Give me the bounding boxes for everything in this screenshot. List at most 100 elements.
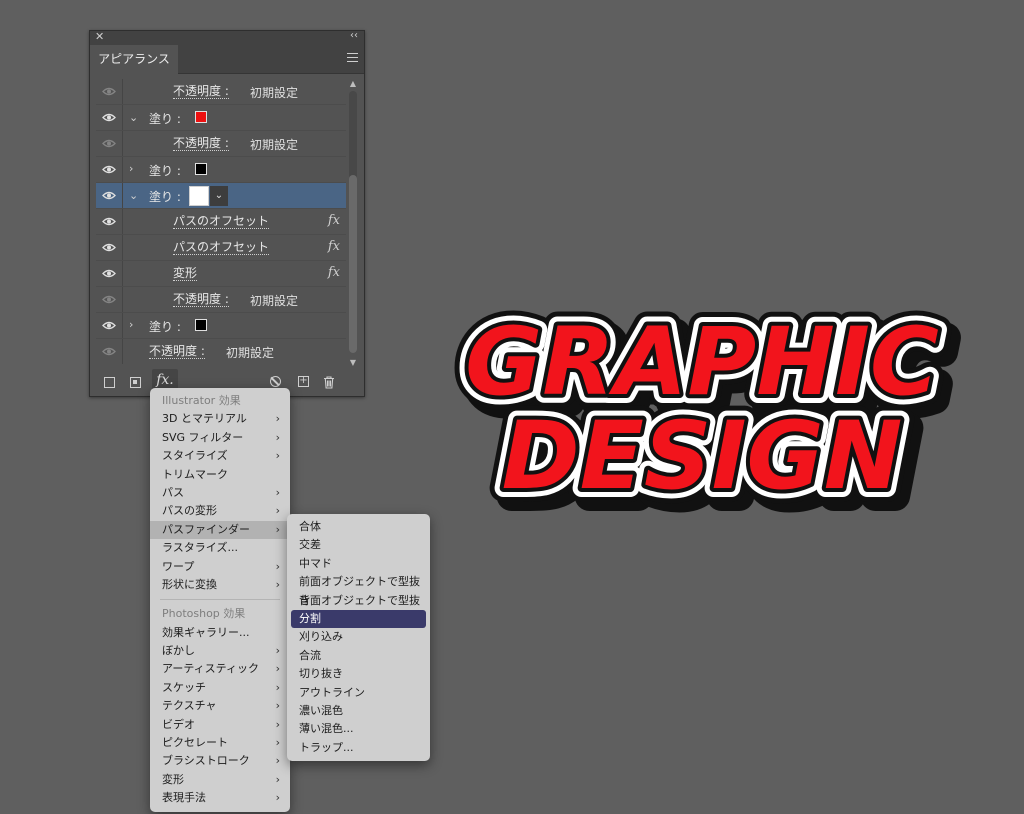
menu-item-pathfinder[interactable]: パスファインダー › [150, 520, 290, 540]
menu-item-convert-to-shape[interactable]: 形状に変換 › [150, 576, 290, 594]
submenu-item-outline[interactable]: アウトライン [287, 684, 430, 702]
opacity-label[interactable]: 不透明度 : [173, 292, 229, 307]
opacity-label[interactable]: 不透明度 : [173, 84, 229, 99]
panel-tabbar: アピアランス [90, 45, 364, 74]
scroll-up-icon[interactable]: ▲ [348, 79, 358, 88]
menu-item-label: ビデオ [162, 717, 195, 731]
visibility-eye-icon[interactable] [96, 183, 123, 208]
chevron-right-icon[interactable]: › [129, 162, 133, 175]
menu-item-label: パス [162, 485, 184, 499]
panel-titlebar: ✕ ‹‹ [90, 30, 364, 45]
chevron-right-icon: › [275, 644, 280, 658]
submenu-item-divide[interactable]: 分割 [291, 609, 426, 629]
appearance-row-fill-white[interactable]: ⌄ 塗り : ⌄ [96, 183, 346, 209]
menu-item-label: 3D とマテリアル [162, 412, 247, 426]
menu-item-3d-materials[interactable]: 3D とマテリアル › [150, 410, 290, 428]
collapse-icon[interactable]: ‹‹ [350, 30, 358, 41]
submenu-item-merge[interactable]: 合流 [287, 647, 430, 665]
submenu-item-trap[interactable]: トラップ... [287, 739, 430, 757]
fill-swatch-black[interactable] [195, 163, 207, 175]
opacity-label[interactable]: 不透明度 : [173, 136, 229, 151]
submenu-item-add[interactable]: 合体 [287, 518, 430, 536]
submenu-item-hard-mix[interactable]: 濃い混色 [287, 702, 430, 720]
trash-icon[interactable] [323, 374, 337, 389]
scroll-down-icon[interactable]: ▼ [348, 358, 358, 367]
appearance-row-opacity[interactable]: 不透明度 : 初期設定 [96, 131, 346, 157]
menu-item-stylize-ps[interactable]: 表現手法 › [150, 789, 290, 807]
add-stroke-icon[interactable] [104, 377, 115, 388]
clear-appearance-icon[interactable] [270, 376, 281, 387]
fx-icon[interactable]: fx [328, 265, 340, 280]
chevron-right-icon[interactable]: › [129, 318, 133, 331]
visibility-eye-icon[interactable] [96, 105, 123, 130]
menu-item-blur[interactable]: ぼかし › [150, 642, 290, 660]
fill-swatch-black[interactable] [195, 319, 207, 331]
menu-item-distort[interactable]: 変形 › [150, 771, 290, 789]
visibility-eye-icon[interactable] [96, 339, 123, 364]
appearance-row-opacity[interactable]: 不透明度 : 初期設定 [96, 339, 346, 365]
menu-item-label: トリムマーク [162, 467, 228, 481]
visibility-eye-icon[interactable] [96, 313, 123, 338]
visibility-eye-icon[interactable] [96, 209, 123, 234]
submenu-item-crop[interactable]: 切り抜き [287, 665, 430, 683]
menu-item-path[interactable]: パス › [150, 484, 290, 502]
menu-item-brush-strokes[interactable]: ブラシストローク › [150, 752, 290, 770]
appearance-row-opacity[interactable]: 不透明度 : 初期設定 [96, 287, 346, 313]
chevron-down-icon[interactable]: ⌄ [129, 111, 138, 124]
appearance-row-effect[interactable]: パスのオフセット fx [96, 209, 346, 235]
visibility-eye-icon[interactable] [96, 157, 123, 182]
effect-offset-path-link[interactable]: パスのオフセット [173, 214, 270, 229]
appearance-row-fill-black[interactable]: › 塗り : [96, 313, 346, 339]
appearance-row-fill-red[interactable]: ⌄ 塗り : [96, 105, 346, 131]
menu-item-stylize[interactable]: スタイライズ › [150, 447, 290, 465]
panel-menu-icon[interactable] [347, 53, 358, 62]
swatch-dropdown-icon[interactable]: ⌄ [210, 186, 228, 206]
effect-transform-link[interactable]: 変形 [173, 266, 198, 281]
graphic-design-artwork[interactable]: GRAPHIC DESIGN GRAPHIC DESIGN GRAPHIC DE… [440, 296, 970, 536]
menu-item-video[interactable]: ビデオ › [150, 716, 290, 734]
fx-icon[interactable]: fx [328, 239, 340, 254]
appearance-row-fill-black[interactable]: › 塗り : [96, 157, 346, 183]
close-icon[interactable]: ✕ [95, 30, 104, 43]
submenu-item-trim[interactable]: 刈り込み [287, 628, 430, 646]
opacity-label[interactable]: 不透明度 : [149, 344, 205, 359]
add-fill-icon[interactable] [130, 377, 141, 388]
visibility-eye-icon[interactable] [96, 131, 123, 156]
visibility-eye-icon[interactable] [96, 79, 123, 104]
visibility-eye-icon[interactable] [96, 261, 123, 286]
menu-item-trim-marks[interactable]: トリムマーク [150, 466, 290, 484]
menu-item-pixelate[interactable]: ピクセレート › [150, 734, 290, 752]
chevron-right-icon: › [275, 717, 280, 731]
submenu-item-subtract[interactable]: 前面オブジェクトで型抜き [287, 573, 430, 606]
fill-swatch-white[interactable] [189, 186, 209, 206]
menu-item-effect-gallery[interactable]: 効果ギャラリー... [150, 624, 290, 642]
fx-icon[interactable]: fx [328, 213, 340, 228]
submenu-item-minus-back[interactable]: 背面オブジェクトで型抜き [287, 592, 430, 625]
menu-separator [160, 599, 280, 601]
submenu-item-intersect[interactable]: 交差 [287, 536, 430, 554]
menu-item-sketch[interactable]: スケッチ › [150, 679, 290, 697]
chevron-down-icon[interactable]: ⌄ [129, 189, 138, 202]
scroll-thumb[interactable] [349, 175, 357, 353]
effect-offset-path-link[interactable]: パスのオフセット [173, 240, 270, 255]
appearance-row-opacity[interactable]: 不透明度 : 初期設定 [96, 79, 346, 105]
menu-item-artistic[interactable]: アーティスティック › [150, 660, 290, 678]
submenu-item-soft-mix[interactable]: 薄い混色... [287, 720, 430, 738]
visibility-eye-icon[interactable] [96, 235, 123, 260]
duplicate-item-icon[interactable]: + [298, 376, 309, 387]
submenu-item-exclude[interactable]: 中マド [287, 555, 430, 573]
tab-appearance[interactable]: アピアランス [90, 45, 178, 74]
menu-item-distort-transform[interactable]: パスの変形 › [150, 502, 290, 520]
artwork-line1-fill: GRAPHIC [465, 308, 939, 417]
menu-item-warp[interactable]: ワープ › [150, 558, 290, 576]
appearance-list: 不透明度 : 初期設定 ⌄ 塗り : 不透明度 : 初期設定 › 塗り : ⌄ … [96, 79, 346, 367]
panel-scrollbar[interactable]: ▲ ▼ [348, 79, 358, 367]
appearance-row-effect[interactable]: パスのオフセット fx [96, 235, 346, 261]
fill-label: 塗り : [149, 320, 181, 334]
visibility-eye-icon[interactable] [96, 287, 123, 312]
menu-item-rasterize[interactable]: ラスタライズ... [150, 539, 290, 557]
menu-item-svg-filter[interactable]: SVG フィルター › [150, 429, 290, 447]
menu-item-texture[interactable]: テクスチャ › [150, 697, 290, 715]
appearance-row-effect[interactable]: 変形 fx [96, 261, 346, 287]
fill-swatch-red[interactable] [195, 111, 207, 123]
